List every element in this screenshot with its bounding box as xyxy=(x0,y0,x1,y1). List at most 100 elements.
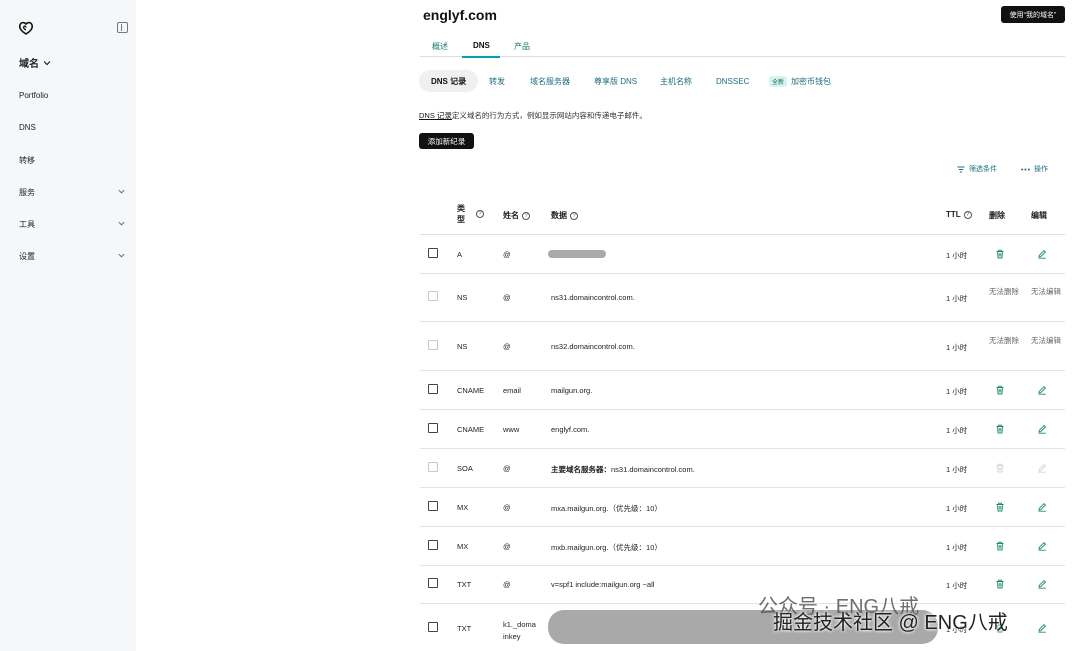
subtab-hostnames[interactable]: 主机名称 xyxy=(660,70,692,92)
help-icon[interactable]: ? xyxy=(476,210,484,218)
trash-icon xyxy=(995,463,1005,473)
row-checkbox[interactable] xyxy=(428,423,438,433)
page-title: englyf.com xyxy=(423,7,497,23)
trash-icon[interactable] xyxy=(995,424,1005,434)
row-checkbox[interactable] xyxy=(428,540,438,550)
godaddy-logo-icon[interactable] xyxy=(18,20,34,36)
subtab-dns-records[interactable]: DNS 记录 xyxy=(419,70,479,92)
pencil-icon[interactable] xyxy=(1037,541,1047,551)
table-row: SOA @ 主要域名服务器：ns31.domaincontrol.com. 1 小时 xyxy=(420,449,1065,488)
dns-records-table: 类型 ? 姓名? 数据? TTL? 删除 编辑 A @1 小时 NS @ ns31.do… xyxy=(420,195,1065,651)
cannot-edit-text: 无法编辑 xyxy=(1031,287,1061,296)
use-my-domain-button[interactable]: 使用“我的域名” xyxy=(1001,6,1065,23)
actions-label: 操作 xyxy=(1034,166,1048,173)
pencil-icon[interactable] xyxy=(1037,424,1047,434)
subtab-dnssec[interactable]: DNSSEC xyxy=(716,70,749,92)
trash-icon[interactable] xyxy=(995,385,1005,395)
record-data: 主要域名服务器：ns31.domaincontrol.com. xyxy=(551,464,695,475)
pencil-icon[interactable] xyxy=(1037,502,1047,512)
watermark-line-2: 掘金技术社区 @ ENG八戒 xyxy=(773,612,1008,634)
table-row: NS @ ns32.domaincontrol.com. 1 小时 无法删除 无法编辑 xyxy=(420,322,1065,371)
description-text: 定义域名的行为方式，例如显示网站内容和传递电子邮件。 xyxy=(451,111,647,120)
trash-icon[interactable] xyxy=(995,579,1005,589)
cannot-delete-text: 无法删除 xyxy=(989,336,1019,345)
record-data: mailgun.org. xyxy=(551,386,593,395)
chevron-down-icon[interactable] xyxy=(118,252,125,259)
header-data-label: 数据 xyxy=(551,211,567,220)
help-icon[interactable]: ? xyxy=(963,210,972,219)
record-type: NS xyxy=(457,342,468,351)
redacted-value xyxy=(548,250,606,258)
cannot-edit-text: 无法编辑 xyxy=(1031,336,1061,345)
record-name: @ xyxy=(503,342,511,351)
header-ttl: TTL? xyxy=(946,210,972,219)
header-name: 姓名? xyxy=(503,210,530,221)
row-checkbox[interactable] xyxy=(428,501,438,511)
record-type: SOA xyxy=(457,464,473,473)
subtab-nameservers[interactable]: 域名服务器 xyxy=(530,70,570,92)
collapse-sidebar-icon[interactable] xyxy=(117,22,128,33)
record-name: k1._domainkey xyxy=(503,620,536,641)
pencil-icon[interactable] xyxy=(1037,623,1047,633)
sidebar-item-label: 转移 xyxy=(19,156,35,165)
record-type: TXT xyxy=(457,580,472,589)
record-ttl: 1 小时 xyxy=(946,426,968,435)
chevron-down-icon[interactable] xyxy=(118,188,125,195)
actions-menu-button[interactable]: 操作 xyxy=(1021,164,1048,174)
sidebar-item-tools[interactable]: 工具 xyxy=(19,219,35,230)
row-checkbox[interactable] xyxy=(428,248,438,258)
pencil-icon[interactable] xyxy=(1037,249,1047,259)
record-name: @ xyxy=(503,293,511,302)
subtab-premium-dns[interactable]: 尊享版 DNS xyxy=(594,70,637,92)
record-name: www xyxy=(503,425,520,434)
table-row: TXT @ v=spf1 include:mailgun.org ~all 1 小时 xyxy=(420,566,1065,604)
tab-dns[interactable]: DNS xyxy=(473,41,490,50)
record-type: A xyxy=(457,250,463,259)
tab-overview[interactable]: 概述 xyxy=(432,41,448,52)
row-checkbox xyxy=(428,462,438,472)
row-checkbox xyxy=(428,340,438,350)
row-checkbox[interactable] xyxy=(428,622,438,632)
record-type: CNAME xyxy=(457,425,485,434)
dns-records-link[interactable]: DNS 记录 xyxy=(419,111,452,120)
trash-icon[interactable] xyxy=(995,541,1005,551)
sidebar-domains-label: 域名 xyxy=(19,59,39,70)
record-ttl: 1 小时 xyxy=(946,251,968,260)
active-tab-indicator xyxy=(462,56,500,58)
trash-icon[interactable] xyxy=(995,502,1005,512)
sidebar-item-portfolio[interactable]: Portfolio xyxy=(19,91,48,100)
filter-button[interactable]: 筛选条件 xyxy=(957,164,997,174)
sidebar-item-label: Portfolio xyxy=(19,91,49,100)
subtab-crypto-wallet[interactable]: 全新 加密币钱包 xyxy=(769,70,831,92)
sidebar-item-transfer[interactable]: 转移 xyxy=(19,155,35,166)
record-name: @ xyxy=(503,503,511,512)
sidebar-item-dns[interactable]: DNS xyxy=(19,123,36,132)
record-name: @ xyxy=(503,250,511,259)
record-data-label: 主要域名服务器： xyxy=(551,465,611,474)
add-record-button[interactable]: 添加新纪录 xyxy=(419,133,474,149)
chevron-down-icon[interactable] xyxy=(118,220,125,227)
trash-icon[interactable] xyxy=(995,249,1005,259)
record-data: ns32.domaincontrol.com. xyxy=(551,342,635,351)
filter-icon xyxy=(957,166,965,172)
table-header: 类型 ? 姓名? 数据? TTL? 删除 编辑 xyxy=(420,195,1065,235)
help-icon[interactable]: ? xyxy=(570,211,578,220)
row-checkbox[interactable] xyxy=(428,578,438,588)
sidebar-item-services[interactable]: 服务 xyxy=(19,187,35,198)
header-data: 数据? xyxy=(551,210,578,221)
sidebar-item-settings[interactable]: 设置 xyxy=(19,251,35,262)
help-icon[interactable]: ? xyxy=(522,211,530,220)
header-ttl-label: TTL xyxy=(946,210,961,219)
pencil-icon[interactable] xyxy=(1037,579,1047,589)
tab-products[interactable]: 产品 xyxy=(514,41,530,52)
record-type: CNAME xyxy=(457,386,485,395)
pencil-icon xyxy=(1037,463,1047,473)
table-row: NS @ ns31.domaincontrol.com. 1 小时 无法删除 无法编辑 xyxy=(420,274,1065,322)
pencil-icon[interactable] xyxy=(1037,385,1047,395)
subtab-forwarding[interactable]: 转发 xyxy=(489,70,505,92)
table-body: A @1 小时 NS @ ns31.domaincontrol.com. 1 小时 无法删除… xyxy=(420,235,1065,651)
sidebar-domains[interactable]: 域名 xyxy=(19,55,51,70)
row-checkbox[interactable] xyxy=(428,384,438,394)
record-data: ns31.domaincontrol.com. xyxy=(551,293,635,302)
table-row: CNAME www englyf.com. 1 小时 xyxy=(420,410,1065,449)
